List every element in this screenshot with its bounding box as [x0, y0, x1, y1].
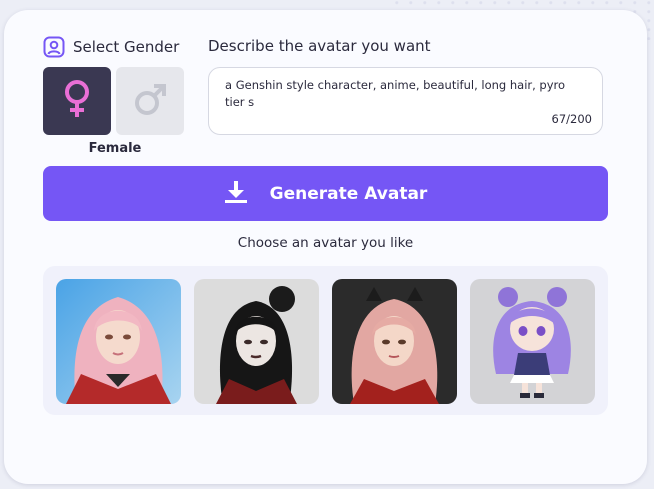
avatar-gallery: [43, 266, 608, 415]
chibi-purple-hair-girl-image: [470, 279, 595, 404]
description-value[interactable]: a Genshin style character, anime, beauti…: [225, 77, 585, 111]
female-symbol-icon: [60, 79, 94, 123]
female-option-button[interactable]: [43, 67, 111, 135]
description-title: Describe the avatar you want: [208, 37, 431, 55]
download-icon: [224, 180, 248, 208]
pink-hair-red-outfit-girl-image: [332, 279, 457, 404]
avatar-option-2[interactable]: [194, 279, 319, 404]
watercolor-pink-hair-girl-image: [56, 279, 181, 404]
male-symbol-icon: [133, 80, 167, 122]
male-option-button[interactable]: [116, 67, 184, 135]
avatar-option-4[interactable]: [470, 279, 595, 404]
gender-section-header: Select Gender: [43, 34, 179, 60]
black-hair-gothic-girl-image: [194, 279, 319, 404]
avatar-option-3[interactable]: [332, 279, 457, 404]
choose-avatar-prompt: Choose an avatar you like: [237, 235, 414, 251]
character-count: 67/200: [551, 112, 592, 126]
generate-avatar-button[interactable]: Generate Avatar: [43, 166, 608, 221]
avatar-option-1[interactable]: [56, 279, 181, 404]
selected-gender-label: Female: [88, 141, 142, 156]
gender-title: Select Gender: [73, 38, 180, 56]
description-textarea[interactable]: a Genshin style character, anime, beauti…: [208, 67, 603, 135]
avatar-generator-card: Select Gender Female Describe the avatar…: [4, 10, 647, 484]
generate-avatar-label: Generate Avatar: [269, 183, 428, 204]
user-profile-icon: [43, 36, 65, 58]
